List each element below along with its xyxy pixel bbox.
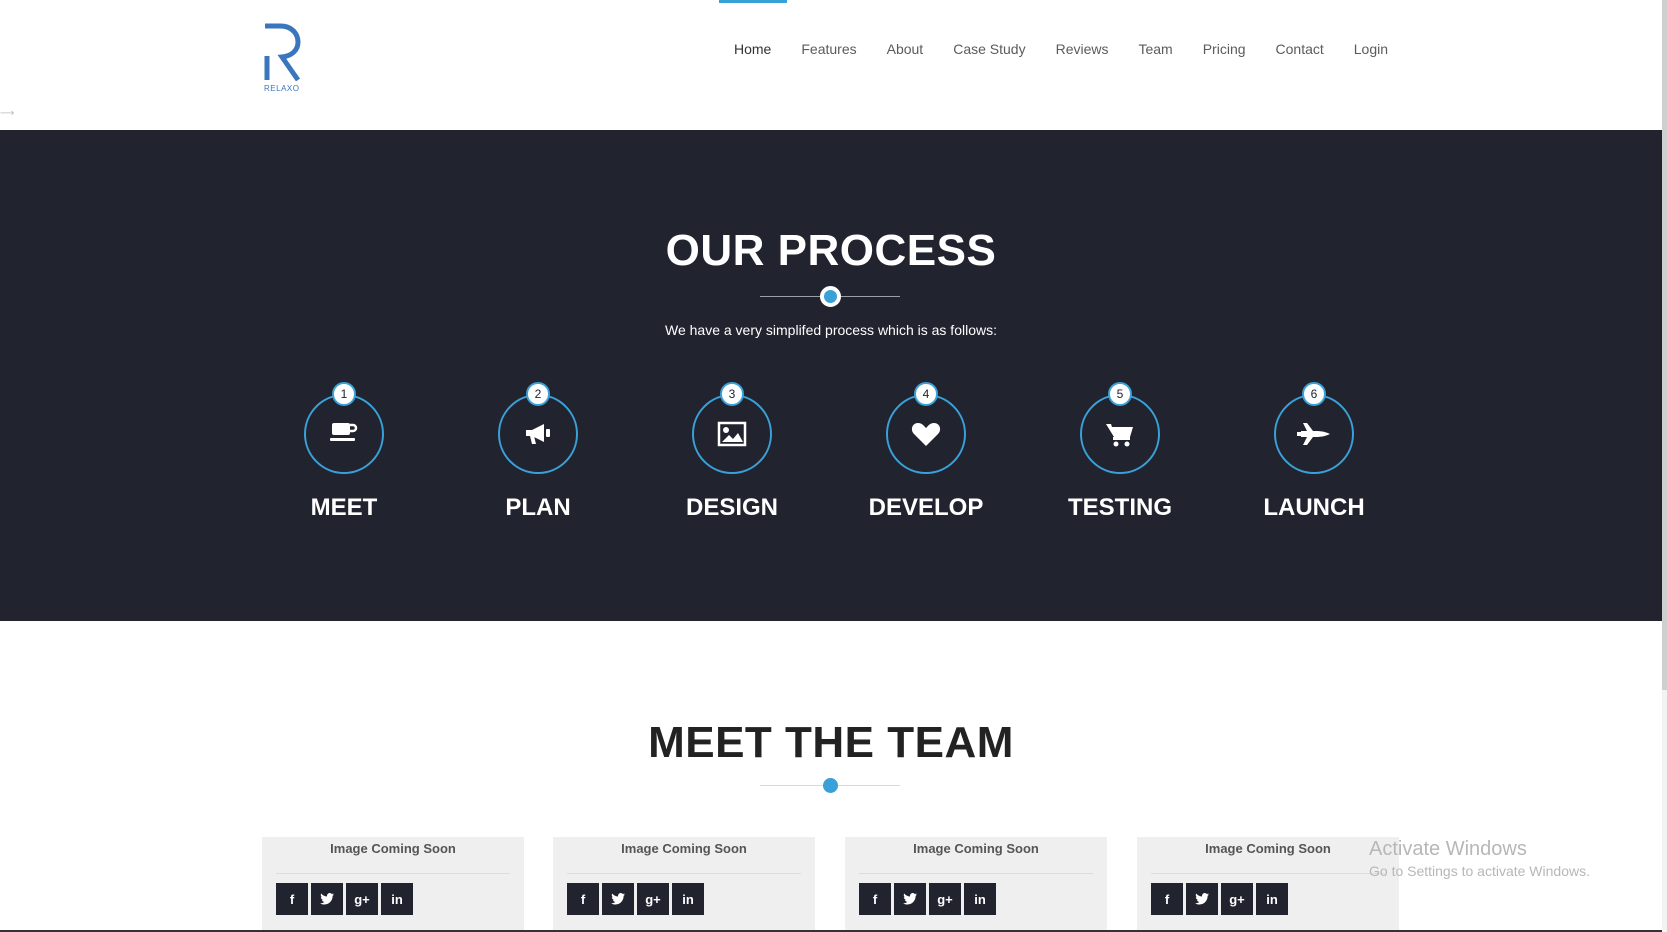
nav-active-indicator: [719, 0, 787, 3]
process-section: OUR PROCESS We have a very simplifed pro…: [0, 130, 1662, 621]
google-plus-icon[interactable]: g+: [346, 883, 378, 915]
team-card: Image Coming Soon f g+ in: [262, 837, 524, 932]
step-label: DESIGN: [685, 494, 778, 521]
google-plus-icon[interactable]: g+: [1221, 883, 1253, 915]
space-shuttle-icon: [1274, 394, 1354, 474]
twitter-icon[interactable]: [602, 883, 634, 915]
google-plus-icon[interactable]: g+: [637, 883, 669, 915]
step-label: DEVELOP: [868, 494, 984, 521]
bullhorn-icon: [498, 394, 578, 474]
social-links: f g+ in: [276, 883, 413, 915]
process-title: OUR PROCESS: [665, 226, 997, 275]
team-card: Image Coming Soon f g+ in: [845, 837, 1107, 932]
step-label: LAUNCH: [1263, 494, 1365, 521]
nav-home[interactable]: Home: [719, 40, 786, 58]
twitter-icon[interactable]: [311, 883, 343, 915]
process-subtitle: We have a very simplifed process which i…: [665, 322, 997, 338]
social-links: f g+ in: [1151, 883, 1288, 915]
google-plus-icon[interactable]: g+: [929, 883, 961, 915]
nav-pricing[interactable]: Pricing: [1188, 40, 1261, 58]
image-placeholder-label: Image Coming Soon: [621, 841, 747, 856]
facebook-icon[interactable]: f: [859, 883, 891, 915]
card-separator: [276, 873, 510, 874]
team-card: Image Coming Soon f g+ in: [553, 837, 815, 932]
image-placeholder-label: Image Coming Soon: [1205, 841, 1331, 856]
nav-login[interactable]: Login: [1339, 40, 1403, 58]
step-number: 2: [526, 382, 550, 406]
social-links: f g+ in: [567, 883, 704, 915]
facebook-icon[interactable]: f: [567, 883, 599, 915]
step-label: MEET: [310, 494, 378, 521]
image-placeholder-label: Image Coming Soon: [330, 841, 456, 856]
page-scrollbar[interactable]: [1662, 0, 1667, 932]
social-links: f g+ in: [859, 883, 996, 915]
watermark-line-1: Activate Windows: [1369, 838, 1527, 860]
step-number: 5: [1108, 382, 1132, 406]
linkedin-icon[interactable]: in: [672, 883, 704, 915]
twitter-icon[interactable]: [894, 883, 926, 915]
step-label: PLAN: [505, 494, 571, 521]
logo-text: RELAXO: [264, 84, 300, 93]
coffee-cup-icon: [304, 394, 384, 474]
divider-dot: [820, 286, 841, 307]
nav-team[interactable]: Team: [1123, 40, 1187, 58]
watermark-line-2: Go to Settings to activate Windows.: [1369, 863, 1590, 879]
team-divider: [760, 778, 900, 793]
logo-r-icon: [264, 23, 301, 82]
shopping-cart-icon: [1080, 394, 1160, 474]
team-title: MEET THE TEAM: [648, 718, 1014, 767]
image-icon: [692, 394, 772, 474]
step-number: 1: [332, 382, 356, 406]
site-header: RELAXO Home Features About Case Study Re…: [0, 0, 1662, 130]
linkedin-icon[interactable]: in: [381, 883, 413, 915]
twitter-icon[interactable]: [1186, 883, 1218, 915]
step-number: 4: [914, 382, 938, 406]
step-number: 3: [720, 382, 744, 406]
arrow-right-icon: ⟶: [0, 108, 15, 119]
heart-icon: [886, 394, 966, 474]
card-separator: [1151, 873, 1385, 874]
divider-dot: [823, 778, 838, 793]
nav-about[interactable]: About: [872, 40, 939, 58]
step-label: TESTING: [1067, 494, 1172, 521]
main-nav: Home Features About Case Study Reviews T…: [719, 40, 1403, 58]
facebook-icon[interactable]: f: [1151, 883, 1183, 915]
facebook-icon[interactable]: f: [276, 883, 308, 915]
nav-contact[interactable]: Contact: [1261, 40, 1339, 58]
nav-case-study[interactable]: Case Study: [938, 40, 1040, 58]
nav-features[interactable]: Features: [786, 40, 871, 58]
step-number: 6: [1302, 382, 1326, 406]
process-divider: [760, 286, 900, 307]
image-placeholder-label: Image Coming Soon: [913, 841, 1039, 856]
card-separator: [859, 873, 1093, 874]
activate-windows-watermark: Activate Windows Go to Settings to activ…: [1369, 838, 1590, 879]
nav-reviews[interactable]: Reviews: [1041, 40, 1124, 58]
linkedin-icon[interactable]: in: [964, 883, 996, 915]
card-separator: [567, 873, 801, 874]
scrollbar-thumb[interactable]: [1662, 0, 1667, 690]
linkedin-icon[interactable]: in: [1256, 883, 1288, 915]
team-card: Image Coming Soon f g+ in: [1137, 837, 1399, 932]
